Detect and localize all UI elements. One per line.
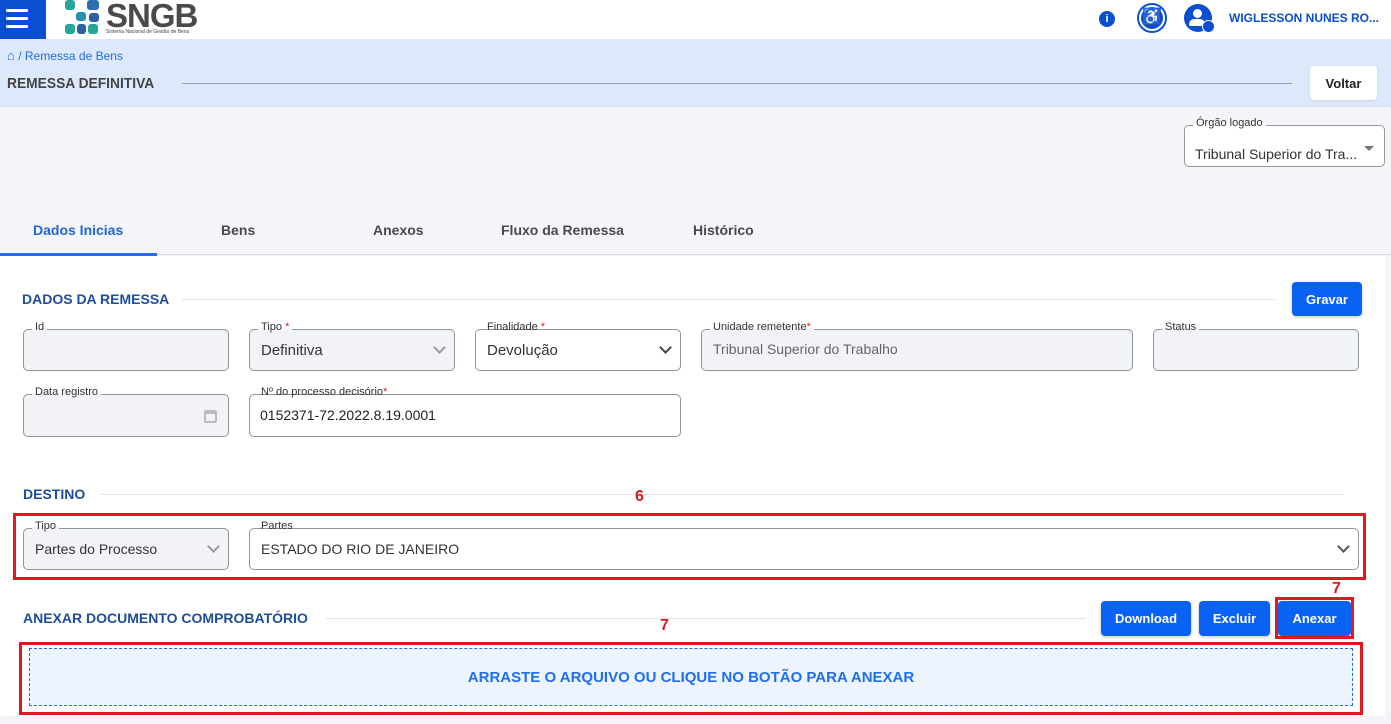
page-header: [0, 40, 1391, 107]
destino-tipo-label: Tipo: [32, 520, 59, 532]
partes-value: ESTADO DO RIO DE JANEIRO: [261, 541, 460, 557]
user-name[interactable]: WIGLESSON NUNES RO...: [1229, 11, 1379, 25]
status-label: Status: [1162, 321, 1200, 333]
back-button[interactable]: Voltar: [1310, 66, 1377, 100]
tab-historico[interactable]: Histórico: [693, 222, 754, 238]
finalidade-select[interactable]: Finalidade * Devolução: [475, 321, 681, 371]
chevron-down-icon: [659, 341, 672, 354]
caret-down-icon: [1364, 146, 1374, 151]
info-icon[interactable]: i: [1099, 11, 1115, 27]
id-label: Id: [32, 321, 48, 333]
destino-tipo-select[interactable]: Tipo Partes do Processo: [23, 520, 229, 570]
chevron-down-icon: [433, 341, 446, 354]
divider: [182, 299, 1275, 300]
accessibility-icon[interactable]: ♿: [1139, 5, 1165, 31]
annotation-6: 6: [635, 488, 644, 505]
tipo-select[interactable]: Tipo * Definitiva: [249, 321, 455, 371]
page-title: REMESSA DEFINITIVA: [7, 75, 155, 92]
divider: [100, 494, 1343, 495]
finalidade-value: Devolução: [487, 342, 558, 359]
partes-select[interactable]: Partes ESTADO DO RIO DE JANEIRO: [249, 520, 1359, 570]
tabs-divider: [0, 254, 1391, 255]
chevron-down-icon: [207, 540, 220, 553]
logo-icon: [65, 0, 99, 34]
chevron-down-icon: [1337, 540, 1350, 553]
tipo-label: Tipo *: [258, 321, 293, 333]
data-registro-field: Data registro: [23, 386, 229, 437]
data-registro-label: Data registro: [32, 386, 101, 398]
divider: [326, 618, 1086, 619]
user-avatar-icon[interactable]: [1184, 4, 1215, 33]
annotation-7-dropzone: 7: [660, 617, 669, 634]
top-bar: [0, 0, 1391, 40]
calendar-icon: [204, 410, 217, 423]
menu-button[interactable]: [0, 0, 46, 39]
dropzone-text: ARRASTE O ARQUIVO OU CLIQUE NO BOTÃO PAR…: [467, 668, 915, 686]
download-button[interactable]: Download: [1101, 601, 1191, 636]
section-title-dados: DADOS DA REMESSA: [22, 291, 170, 307]
tab-fluxo-remessa[interactable]: Fluxo da Remessa: [501, 222, 624, 238]
processo-label: Nº do processo decisório*: [258, 386, 391, 398]
orgao-label: Órgão logado: [1193, 117, 1266, 129]
logo-subtitle: Sistema Nacional de Gestão de Bens: [106, 29, 190, 35]
unidade-remetente-field: Unidade remetente* Tribunal Superior do …: [701, 321, 1133, 371]
destino-tipo-value: Partes do Processo: [35, 541, 158, 557]
orgao-value: Tribunal Superior do Tra...: [1195, 146, 1358, 162]
finalidade-label: Finalidade *: [484, 321, 549, 333]
section-title-destino: DESTINO: [23, 486, 86, 502]
logo: SNGB Sistema Nacional de Gestão de Bens: [65, 0, 205, 36]
divider: [182, 83, 1292, 84]
home-icon[interactable]: ⌂: [7, 48, 15, 63]
partes-label: Partes: [258, 520, 296, 532]
annotation-box-anexar: [1275, 597, 1354, 639]
annotation-7-button: 7: [1332, 580, 1341, 597]
status-field: Status: [1153, 321, 1359, 371]
tipo-value: Definitiva: [261, 342, 323, 359]
unidade-label: Unidade remetente*: [710, 321, 814, 333]
unidade-value: Tribunal Superior do Trabalho: [713, 341, 898, 357]
id-field: Id: [23, 321, 229, 371]
orgao-select[interactable]: Órgão logado Tribunal Superior do Tra...: [1184, 117, 1385, 167]
tab-bens[interactable]: Bens: [221, 222, 255, 238]
tab-dados-iniciais[interactable]: Dados Inicias: [33, 222, 123, 238]
delete-button[interactable]: Excluir: [1199, 601, 1270, 636]
processo-input[interactable]: Nº do processo decisório* 0152371-72.202…: [249, 386, 681, 437]
processo-value: 0152371-72.2022.8.19.0001: [260, 407, 436, 423]
save-button[interactable]: Gravar: [1292, 282, 1362, 316]
section-title-anexar: ANEXAR DOCUMENTO COMPROBATÓRIO: [23, 610, 308, 626]
tab-anexos[interactable]: Anexos: [373, 222, 424, 238]
chevron-down-icon: [1202, 20, 1215, 33]
breadcrumb-link[interactable]: / Remessa de Bens: [18, 49, 123, 63]
file-dropzone[interactable]: ARRASTE O ARQUIVO OU CLIQUE NO BOTÃO PAR…: [29, 648, 1353, 706]
breadcrumb: ⌂ / Remessa de Bens: [7, 48, 123, 63]
